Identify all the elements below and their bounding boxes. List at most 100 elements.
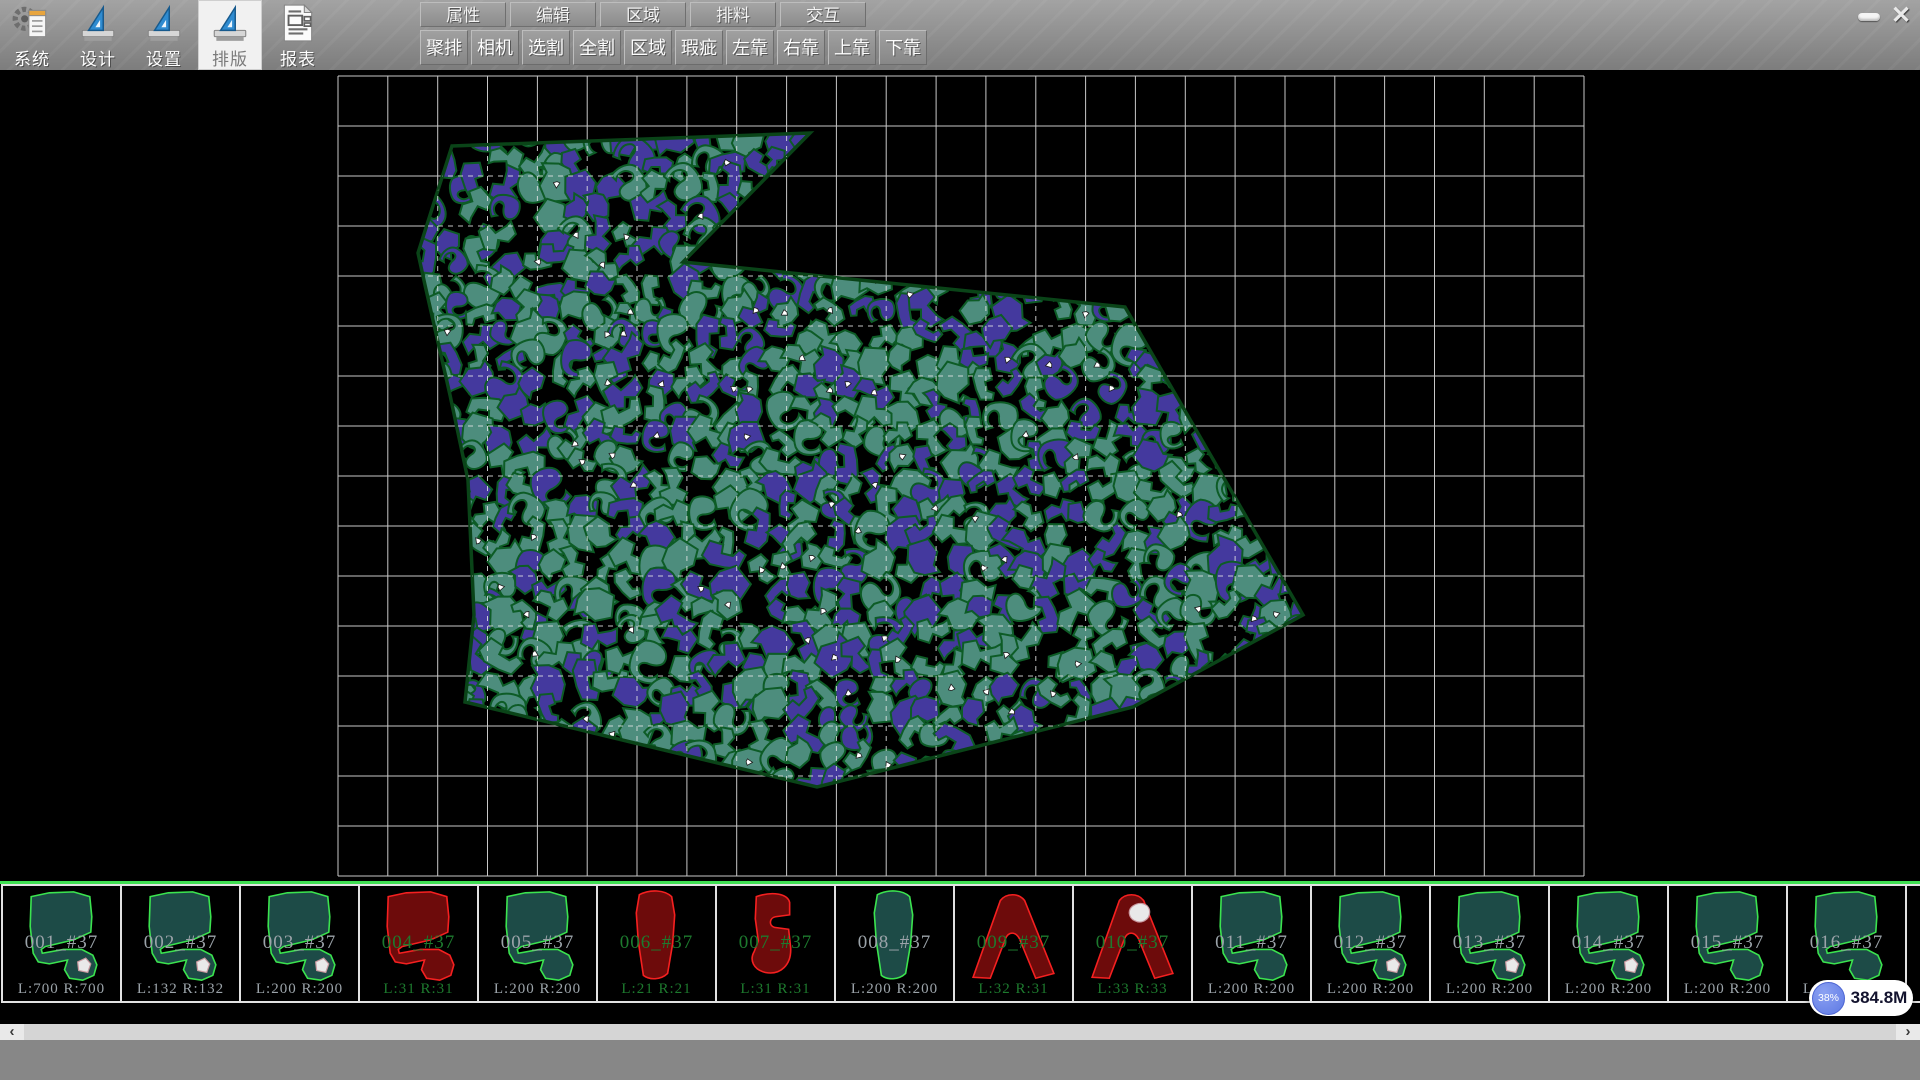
part-name: 004_#37: [360, 932, 477, 954]
part-lr-count: L:200 R:200: [479, 981, 596, 998]
part-lr-count: L:200 R:200: [1669, 981, 1786, 998]
part-lr-count: L:31 R:31: [360, 981, 477, 998]
part-thumbnail[interactable]: 006_#37L:21 R:21: [598, 884, 717, 1003]
tool-button-设计[interactable]: 设计: [66, 0, 130, 70]
piece-origin-marker: [1296, 362, 1305, 371]
status-badge: 38% 384.8M: [1809, 980, 1913, 1016]
design-setsquare-icon: [77, 2, 119, 44]
piece-origin-marker: [558, 113, 566, 121]
piece-origin-marker: [919, 777, 928, 786]
piece-origin-marker: [1053, 761, 1061, 769]
menu-tab-交互[interactable]: 交互: [780, 2, 866, 27]
settings-setsquare-icon: [143, 2, 185, 44]
tool-button-label: 系统: [0, 45, 64, 70]
part-thumbnail[interactable]: 014_#37L:200 R:200: [1550, 884, 1669, 1003]
part-thumbnail[interactable]: 0L:: [1907, 884, 1920, 1003]
menu-tab-编辑[interactable]: 编辑: [510, 2, 596, 27]
action-button-区域[interactable]: 区域: [624, 30, 672, 65]
part-lr-count: L:200 R:200: [1550, 981, 1667, 998]
part-thumbnail[interactable]: 012_#37L:200 R:200: [1312, 884, 1431, 1003]
part-name: 0: [1907, 932, 1920, 954]
action-button-选割[interactable]: 选割: [522, 30, 570, 65]
piece-origin-marker: [1026, 251, 1033, 258]
part-name: 015_#37: [1669, 932, 1786, 954]
menu-tab-row: 属性编辑区域排料交互: [420, 2, 866, 27]
piece-origin-marker: [775, 257, 784, 266]
tool-button-系统[interactable]: 系统: [0, 0, 64, 70]
piece-origin-marker: [926, 189, 935, 198]
scroll-left-button[interactable]: ‹: [0, 1024, 24, 1040]
piece-origin-marker: [1304, 660, 1313, 669]
piece-origin-marker: [1268, 457, 1277, 466]
piece-origin-marker: [456, 728, 464, 736]
menu-tab-排料[interactable]: 排料: [690, 2, 776, 27]
piece-origin-marker: [1297, 302, 1306, 311]
part-thumbnail[interactable]: 015_#37 L:200 R:200: [1669, 884, 1788, 1003]
action-button-瑕疵[interactable]: 瑕疵: [675, 30, 723, 65]
part-lr-count: L:33 R:33: [1074, 981, 1191, 998]
action-button-全割[interactable]: 全割: [573, 30, 621, 65]
piece-origin-marker: [1271, 707, 1280, 716]
tool-button-设置[interactable]: 设置: [132, 0, 196, 70]
progress-circle: 38%: [1812, 982, 1845, 1015]
part-lr-count: L:700 R:700: [3, 981, 120, 998]
action-button-左靠[interactable]: 左靠: [726, 30, 774, 65]
piece-origin-marker: [945, 791, 954, 800]
piece-origin-marker: [870, 128, 877, 135]
piece-origin-marker: [1257, 104, 1266, 113]
part-name: 009_#37: [955, 932, 1072, 954]
piece-origin-marker: [1018, 159, 1027, 168]
memory-value: 384.8M: [1845, 988, 1913, 1008]
part-thumbnail[interactable]: 007_#37L:31 R:31: [717, 884, 836, 1003]
piece-origin-marker: [424, 163, 432, 171]
part-thumbnail[interactable]: 008_#37L:200 R:200: [836, 884, 955, 1003]
part-name: 008_#37: [836, 932, 953, 954]
part-name: 013_#37: [1431, 932, 1548, 954]
menu-tab-属性[interactable]: 属性: [420, 2, 506, 27]
report-document-icon: [277, 2, 319, 44]
part-thumbnail[interactable]: 013_#37L:200 R:200: [1431, 884, 1550, 1003]
close-icon: ✕: [1891, 2, 1911, 29]
scroll-right-button[interactable]: ›: [1896, 1024, 1920, 1040]
piece-origin-marker: [1247, 776, 1256, 785]
part-name: 005_#37: [479, 932, 596, 954]
part-name: 003_#37: [241, 932, 358, 954]
piece-origin-marker: [874, 205, 881, 212]
part-name: 011_#37: [1193, 932, 1310, 954]
close-button[interactable]: ✕: [1886, 3, 1916, 29]
tool-button-报表[interactable]: 报表: [266, 0, 330, 70]
part-lr-count: L:200 R:200: [1193, 981, 1310, 998]
piece-origin-marker: [722, 100, 729, 107]
part-thumbnail-list: 001_#37L:700 R:700002_#37L:132 R:132003_…: [1, 884, 1920, 1003]
action-button-下靠[interactable]: 下靠: [879, 30, 927, 65]
nesting-canvas[interactable]: [0, 70, 1920, 881]
part-thumbnail[interactable]: 001_#37L:700 R:700: [1, 884, 122, 1003]
action-button-右靠[interactable]: 右靠: [777, 30, 825, 65]
minimize-button[interactable]: [1854, 3, 1884, 29]
tool-button-label: 设计: [66, 45, 130, 70]
menu-tab-区域[interactable]: 区域: [600, 2, 686, 27]
part-lr-count: L:132 R:132: [122, 981, 239, 998]
part-thumbnail[interactable]: 004_#37 L:31 R:31: [360, 884, 479, 1003]
tool-button-label: 排版: [198, 45, 262, 70]
part-thumbnail[interactable]: 010_#37L:33 R:33: [1074, 884, 1193, 1003]
horizontal-scrollbar[interactable]: ‹ ›: [0, 1024, 1920, 1040]
part-thumbnail[interactable]: 009_#37L:32 R:31: [955, 884, 1074, 1003]
part-thumbnail[interactable]: 005_#37 L:200 R:200: [479, 884, 598, 1003]
layout-setsquare-icon: [209, 2, 251, 44]
main-canvas[interactable]: [0, 70, 1920, 881]
part-thumbnail[interactable]: 003_#37L:200 R:200: [241, 884, 360, 1003]
part-hole: [1129, 903, 1149, 922]
app-window: 系统设计设置排版报表 属性编辑区域排料交互 聚排相机选割全割区域瑕疵左靠右靠上靠…: [0, 0, 1920, 1080]
part-lr-count: L:200 R:200: [1312, 981, 1429, 998]
piece-origin-marker: [1231, 277, 1238, 284]
tool-button-排版[interactable]: 排版: [198, 0, 262, 70]
piece-origin-marker: [1080, 286, 1089, 295]
part-thumbnail[interactable]: 002_#37L:132 R:132: [122, 884, 241, 1003]
action-button-上靠[interactable]: 上靠: [828, 30, 876, 65]
action-button-相机[interactable]: 相机: [471, 30, 519, 65]
action-button-聚排[interactable]: 聚排: [420, 30, 468, 65]
part-thumbnail[interactable]: 011_#37 L:200 R:200: [1193, 884, 1312, 1003]
part-name: 006_#37: [598, 932, 715, 954]
piece-origin-marker: [1021, 236, 1029, 244]
